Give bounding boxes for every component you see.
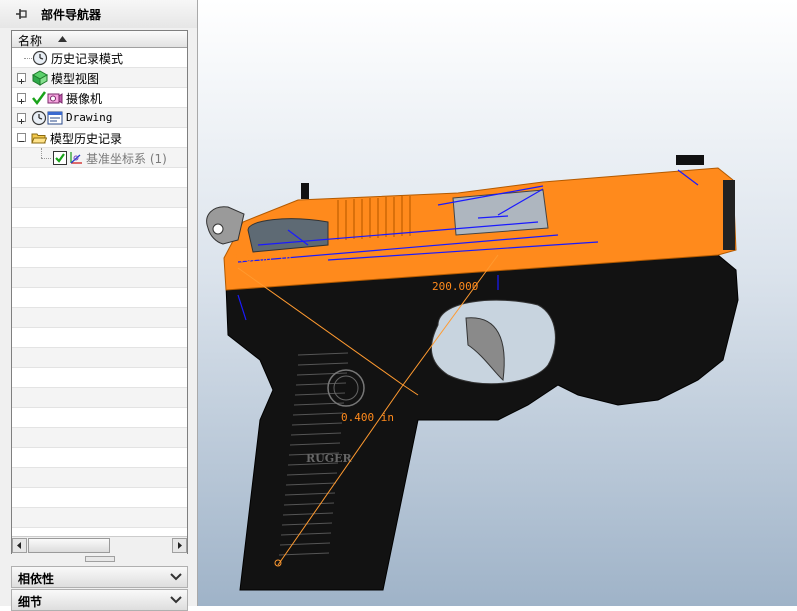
- tree-item-datum-csys[interactable]: 基准坐标系 (1): [12, 148, 187, 168]
- empty-row: [12, 228, 187, 248]
- empty-row: [12, 488, 187, 508]
- tree-item-label: 历史记录模式: [51, 52, 124, 66]
- arrow-right-icon: [178, 542, 182, 549]
- column-header-name[interactable]: 名称: [12, 31, 187, 48]
- section-details[interactable]: 细节: [11, 589, 188, 611]
- minus-icon: [19, 141, 24, 142]
- tree-connector: [41, 158, 51, 159]
- section-title: 细节: [18, 595, 43, 609]
- empty-row: [12, 308, 187, 328]
- empty-row: [12, 168, 187, 188]
- folder-open-icon: [31, 133, 47, 144]
- datum-csys-icon: [70, 152, 82, 164]
- scrollbar-thumb[interactable]: [28, 538, 110, 553]
- empty-row: [12, 408, 187, 428]
- engraving-text: RUGER: [306, 452, 353, 465]
- horizontal-scrollbar[interactable]: [12, 536, 187, 554]
- navigator-title: 部件导航器: [41, 8, 102, 22]
- plus-icon: [19, 79, 24, 84]
- empty-row: [12, 328, 187, 348]
- tree-item-model-views[interactable]: 模型视图: [12, 68, 187, 88]
- empty-row: [12, 288, 187, 308]
- empty-row: [12, 368, 187, 388]
- tree-rows: 历史记录模式 模型视图 摄像机 Drawing 模型历史记录 基准坐标系 (1): [12, 48, 187, 528]
- navigator-header: 部件导航器: [0, 0, 197, 28]
- empty-row: [12, 188, 187, 208]
- dimension-label[interactable]: 0.0200 in: [232, 252, 292, 265]
- empty-row: [12, 248, 187, 268]
- arrow-left-icon: [17, 542, 21, 549]
- clock-icon: [32, 50, 48, 66]
- plus-icon: [19, 99, 24, 104]
- tree-connector: [41, 148, 42, 158]
- empty-row: [12, 508, 187, 528]
- panel-splitter-handle[interactable]: [85, 556, 115, 562]
- pistol-model[interactable]: RUGER: [198, 0, 797, 606]
- tree-item-label: Drawing: [66, 111, 113, 124]
- tree-item-label: 摄像机: [66, 92, 103, 106]
- dimension-label[interactable]: 0.400 in: [341, 411, 394, 424]
- pin-icon[interactable]: [14, 6, 30, 22]
- tree-item-drawing[interactable]: Drawing: [12, 108, 187, 128]
- tree-connector: [24, 58, 32, 59]
- empty-row: [12, 428, 187, 448]
- collapse-toggle[interactable]: [17, 133, 26, 142]
- checkbox-checked-icon[interactable]: [52, 150, 68, 166]
- tree-item-label: 模型历史记录: [50, 132, 123, 146]
- tree-item-model-history[interactable]: 模型历史记录: [12, 128, 187, 148]
- tree-item-history-mode[interactable]: 历史记录模式: [12, 48, 187, 68]
- camera-icon: [47, 93, 63, 104]
- empty-row: [12, 468, 187, 488]
- rear-sight: [301, 183, 309, 199]
- empty-row: [12, 208, 187, 228]
- graphics-viewport[interactable]: RUGER 0.0200 in 200.000 0.400 in: [198, 0, 797, 606]
- column-header-label: 名称: [18, 34, 43, 48]
- front-sight: [676, 155, 704, 165]
- scroll-left-button[interactable]: [12, 538, 27, 553]
- empty-row: [12, 388, 187, 408]
- plus-icon: [19, 119, 24, 124]
- model-views-icon: [32, 70, 48, 86]
- empty-row: [12, 448, 187, 468]
- expand-toggle[interactable]: [17, 73, 26, 84]
- expand-toggle[interactable]: [17, 93, 26, 104]
- empty-row: [12, 268, 187, 288]
- sort-ascending-icon: [58, 36, 67, 42]
- tree-item-label: 模型视图: [51, 72, 100, 86]
- muzzle: [723, 180, 735, 250]
- dimension-label[interactable]: 200.000: [432, 280, 478, 293]
- section-dependencies[interactable]: 相依性: [11, 566, 188, 588]
- expand-toggle[interactable]: [17, 113, 26, 124]
- chevron-down-icon[interactable]: [168, 569, 184, 585]
- hammer: [206, 206, 245, 245]
- section-title: 相依性: [18, 572, 55, 586]
- tree-item-camera[interactable]: 摄像机: [12, 88, 187, 108]
- navigator-tree[interactable]: 名称 历史记录模式 模型视图 摄像机 Drawing 模型历史记录 基准坐标系 …: [11, 30, 188, 554]
- part-navigator-panel: 部件导航器 名称 历史记录模式 模型视图 摄像机 Drawing 模型历史记录 …: [0, 0, 198, 611]
- clock-icon: [31, 110, 47, 126]
- drawing-icon: [47, 111, 63, 125]
- checkmark-icon[interactable]: [31, 90, 47, 106]
- tree-item-label: 基准坐标系 (1): [86, 152, 167, 166]
- scroll-right-button[interactable]: [172, 538, 187, 553]
- empty-row: [12, 348, 187, 368]
